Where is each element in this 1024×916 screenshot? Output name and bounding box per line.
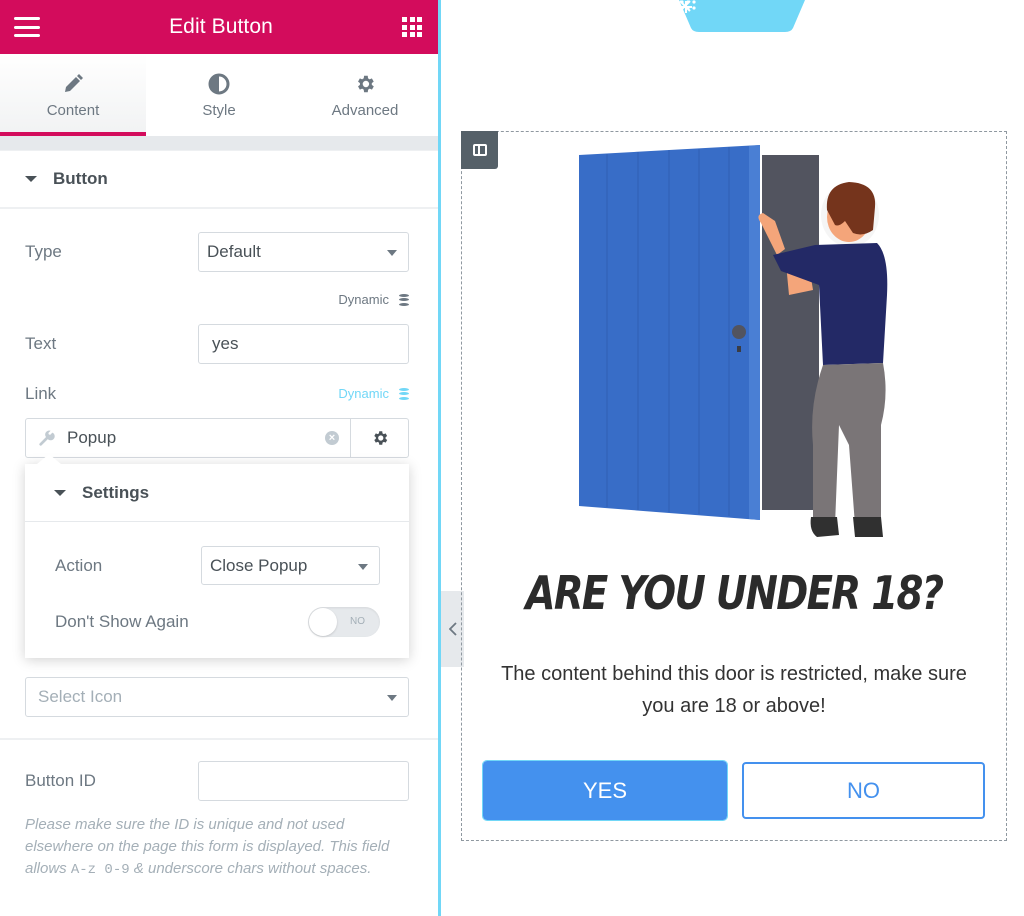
text-value: yes xyxy=(212,334,239,353)
tab-style[interactable]: Style xyxy=(146,54,292,136)
section-title: Button xyxy=(53,169,108,188)
hamburger-icon[interactable] xyxy=(14,17,40,37)
column-handle[interactable] xyxy=(461,131,498,169)
chevron-left-icon xyxy=(448,622,457,636)
chevron-down-icon xyxy=(387,695,397,701)
help-code: 0-9 xyxy=(104,862,130,878)
popover-title: Settings xyxy=(82,482,150,502)
doorway xyxy=(762,155,819,510)
tab-advanced-label: Advanced xyxy=(331,101,399,119)
popover-settings-header[interactable]: Settings xyxy=(25,464,409,522)
tab-content[interactable]: Content xyxy=(0,54,146,136)
icon-select-placeholder: Select Icon xyxy=(38,687,123,706)
type-control: Type Default xyxy=(25,232,409,272)
link-settings-popover: Settings Action Close Popup Don't Show A… xyxy=(25,454,409,658)
tab-content-label: Content xyxy=(46,101,100,119)
action-select[interactable]: Close Popup xyxy=(201,546,380,585)
help-text: & underscore chars without spaces. xyxy=(129,860,372,877)
grid-icon[interactable] xyxy=(402,17,422,37)
chevron-down-icon xyxy=(387,250,397,256)
text-dynamic-row: Dynamic xyxy=(25,292,409,310)
drag-handle-icon[interactable] xyxy=(680,0,751,24)
toggle-knob xyxy=(309,608,337,636)
close-icon[interactable] xyxy=(679,0,789,24)
column-icon xyxy=(472,144,487,156)
pencil-icon xyxy=(63,72,83,96)
gear-icon xyxy=(354,72,376,96)
dont-show-again-control: Don't Show Again NO xyxy=(55,607,380,637)
icon-control: Select Icon xyxy=(25,677,409,717)
section-toolbar xyxy=(679,0,805,32)
link-dynamic-label: Dynamic xyxy=(338,386,389,401)
link-dynamic-button[interactable]: Dynamic xyxy=(338,386,409,401)
toggle-state: NO xyxy=(350,616,365,627)
text-label: Text xyxy=(25,334,57,353)
action-value: Close Popup xyxy=(210,555,308,575)
action-control: Action Close Popup xyxy=(55,546,380,586)
text-control: Text yes xyxy=(25,324,409,364)
link-label: Link xyxy=(25,384,57,403)
type-label: Type xyxy=(25,242,62,261)
type-select[interactable]: Default xyxy=(198,232,409,272)
caret-down-icon xyxy=(54,489,66,496)
section-divider xyxy=(0,738,438,740)
door-illustration xyxy=(579,145,888,537)
type-value: Default xyxy=(207,242,261,261)
database-icon xyxy=(399,387,409,400)
preview-canvas: Are you under 18? The content behind thi… xyxy=(441,0,1024,916)
dont-show-again-label: Don't Show Again xyxy=(55,612,189,631)
tab-advanced[interactable]: Advanced xyxy=(292,54,438,136)
link-value: Popup xyxy=(67,428,117,447)
link-control: Popup × xyxy=(25,418,409,458)
caret-down-icon xyxy=(25,176,37,182)
dynamic-button[interactable]: Dynamic xyxy=(338,292,409,307)
contrast-icon xyxy=(208,72,230,96)
panel-title: Edit Button xyxy=(169,15,273,38)
text-input[interactable]: yes xyxy=(198,324,409,364)
help-code: A-z xyxy=(70,862,97,878)
panel-tabs: Content Style Advanced xyxy=(0,54,438,136)
add-icon[interactable] xyxy=(680,1,713,24)
dont-show-again-toggle[interactable]: NO xyxy=(308,607,380,637)
clear-icon[interactable]: × xyxy=(325,431,339,445)
yes-button[interactable]: YES xyxy=(482,760,728,821)
link-settings-button[interactable] xyxy=(350,419,408,457)
gear-icon xyxy=(373,431,387,445)
chevron-down-icon xyxy=(358,564,368,570)
button-id-control: Button ID xyxy=(25,761,409,801)
link-field[interactable]: Popup × xyxy=(25,418,409,458)
no-button[interactable]: NO xyxy=(742,762,985,819)
app-root: Edit Button Content Style Advanced Butto… xyxy=(0,0,1024,916)
editor-panel: Edit Button Content Style Advanced Butto… xyxy=(0,0,438,916)
icon-select[interactable]: Select Icon xyxy=(25,677,409,717)
tab-separator xyxy=(0,136,438,151)
link-label-row: Link Dynamic xyxy=(25,384,409,406)
wrench-icon xyxy=(39,430,55,446)
panel-header: Edit Button xyxy=(0,0,438,54)
tab-style-label: Style xyxy=(202,101,236,119)
popup-subtext: The content behind this door is restrict… xyxy=(501,663,967,717)
popup-heading: Are you under 18? xyxy=(525,566,944,620)
dynamic-label: Dynamic xyxy=(338,292,389,307)
button-id-input[interactable] xyxy=(198,761,409,801)
button-id-help: Please make sure the ID is unique and no… xyxy=(25,814,398,881)
database-icon xyxy=(399,293,409,306)
section-button-header[interactable]: Button xyxy=(0,151,438,209)
action-label: Action xyxy=(55,556,103,575)
door-knob xyxy=(732,325,746,339)
button-id-label: Button ID xyxy=(25,771,96,790)
